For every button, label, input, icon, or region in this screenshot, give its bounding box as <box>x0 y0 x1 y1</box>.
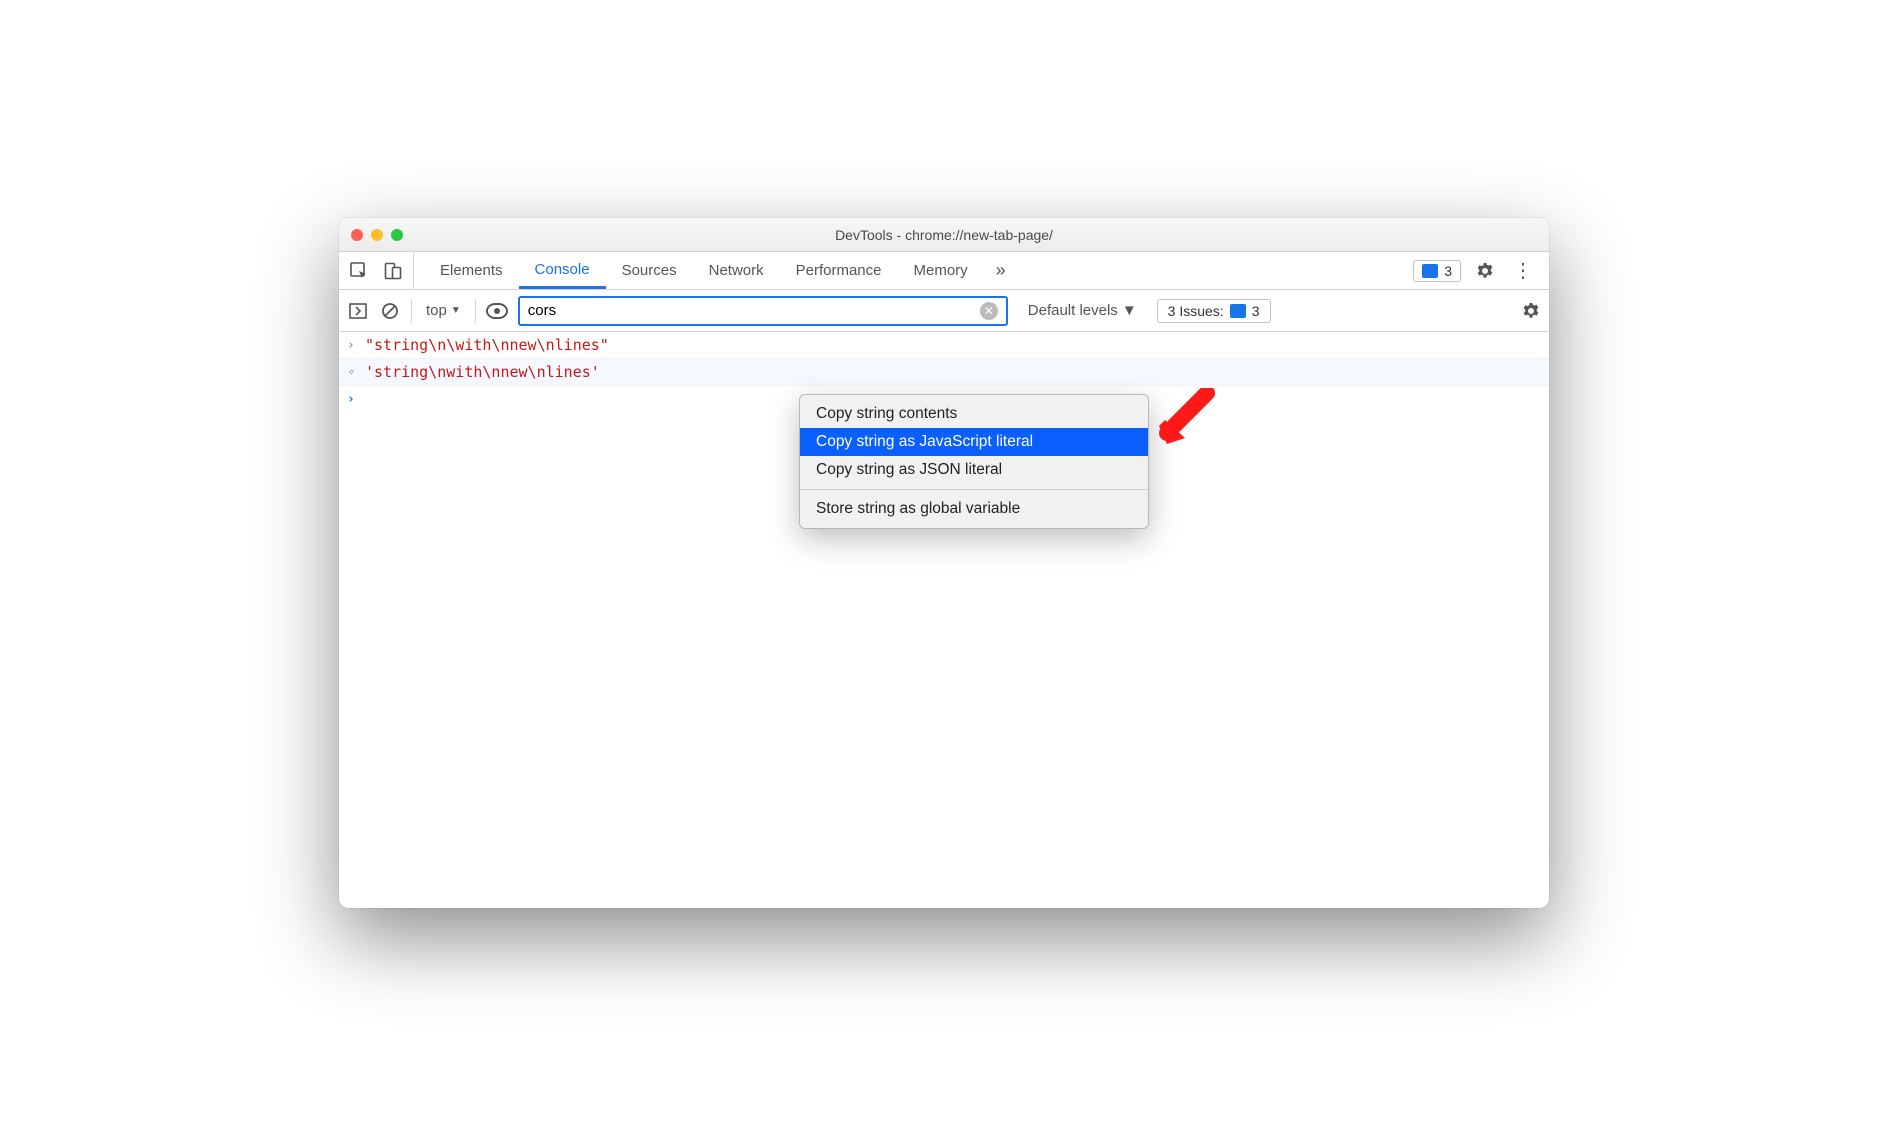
devtools-tabs: Elements Console Sources Network Perform… <box>339 252 1549 290</box>
filter-input-wrapper: ✕ <box>518 296 1008 326</box>
clear-console-icon[interactable] <box>379 300 401 322</box>
menu-item-copy-contents[interactable]: Copy string contents <box>800 400 1148 428</box>
issues-count: 3 <box>1252 303 1260 319</box>
speech-icon <box>1230 304 1246 318</box>
console-value: "string\n\with\nnew\nlines" <box>365 336 609 354</box>
zoom-icon[interactable] <box>391 229 403 241</box>
tabs-overflow-icon[interactable]: » <box>984 260 1018 281</box>
console-row[interactable]: 'string\nwith\nnew\nlines' <box>339 359 1549 386</box>
window-title: DevTools - chrome://new-tab-page/ <box>339 227 1549 243</box>
menu-separator <box>800 489 1148 490</box>
minimize-icon[interactable] <box>371 229 383 241</box>
clear-filter-icon[interactable]: ✕ <box>980 302 998 320</box>
context-label: top <box>426 302 447 319</box>
devtools-window: DevTools - chrome://new-tab-page/ Elemen… <box>339 218 1549 908</box>
console-toolbar: top ▼ ✕ Default levels ▼ 3 Issues: 3 <box>339 290 1549 332</box>
traffic-lights <box>351 229 403 241</box>
console-row[interactable]: "string\n\with\nnew\nlines" <box>339 332 1549 359</box>
tab-network[interactable]: Network <box>693 252 780 289</box>
device-toolbar-icon[interactable] <box>383 261 403 281</box>
live-expression-icon[interactable] <box>486 303 508 319</box>
console-value: 'string\nwith\nnew\nlines' <box>365 363 600 381</box>
tab-performance[interactable]: Performance <box>780 252 898 289</box>
console-sidebar-toggle-icon[interactable] <box>347 300 369 322</box>
tab-console[interactable]: Console <box>519 252 606 289</box>
inspect-element-icon[interactable] <box>349 261 369 281</box>
output-marker-icon <box>347 363 365 380</box>
titlebar: DevTools - chrome://new-tab-page/ <box>339 218 1549 252</box>
warnings-pill[interactable]: 3 <box>1413 260 1461 282</box>
filter-input[interactable] <box>528 302 972 319</box>
chevron-down-icon: ▼ <box>451 305 461 316</box>
gear-icon[interactable] <box>1475 261 1495 281</box>
speech-icon <box>1422 264 1438 278</box>
warnings-count: 3 <box>1444 263 1452 279</box>
annotation-arrow-icon <box>1157 388 1217 448</box>
close-icon[interactable] <box>351 229 363 241</box>
context-menu: Copy string contents Copy string as Java… <box>799 394 1149 529</box>
inspect-tools-group <box>345 252 414 289</box>
input-marker-icon <box>347 336 365 353</box>
menu-item-copy-js-literal[interactable]: Copy string as JavaScript literal <box>800 428 1148 456</box>
levels-label: Default levels <box>1028 302 1118 319</box>
context-selector[interactable]: top ▼ <box>422 302 465 319</box>
issues-pill[interactable]: 3 Issues: 3 <box>1157 299 1271 323</box>
issues-label: 3 Issues: <box>1168 303 1224 319</box>
input-marker-icon <box>347 390 365 407</box>
console-settings-gear-icon[interactable] <box>1521 301 1541 321</box>
tab-memory[interactable]: Memory <box>898 252 984 289</box>
tab-sources[interactable]: Sources <box>606 252 693 289</box>
tab-elements[interactable]: Elements <box>424 252 519 289</box>
log-levels-selector[interactable]: Default levels ▼ <box>1028 302 1137 319</box>
menu-item-copy-json-literal[interactable]: Copy string as JSON literal <box>800 456 1148 484</box>
chevron-down-icon: ▼ <box>1122 302 1137 319</box>
menu-item-store-global[interactable]: Store string as global variable <box>800 495 1148 523</box>
kebab-icon[interactable]: ⋮ <box>1509 258 1537 283</box>
